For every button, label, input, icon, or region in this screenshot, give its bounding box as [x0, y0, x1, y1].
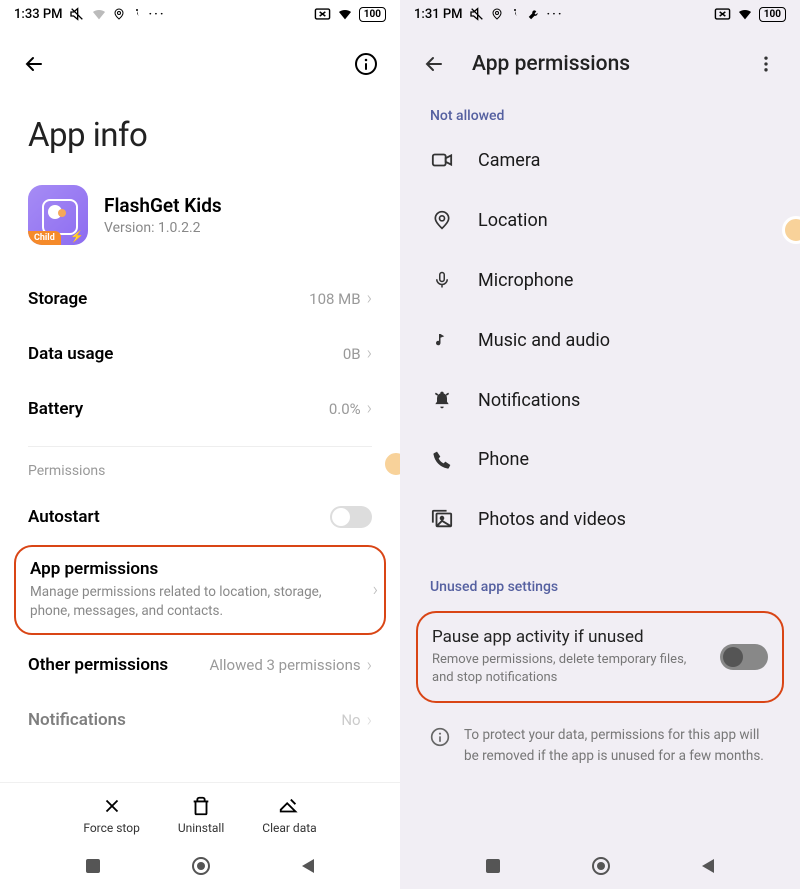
battery-row[interactable]: Battery 0.0%›	[0, 381, 400, 436]
nav-recent-icon[interactable]	[484, 857, 502, 875]
page-title: App info	[0, 94, 400, 185]
autostart-row[interactable]: Autostart	[0, 489, 400, 545]
not-allowed-header: Not allowed	[400, 94, 800, 130]
location-icon	[491, 7, 503, 21]
info-button[interactable]	[348, 46, 384, 82]
battery-label: Battery	[28, 399, 83, 419]
perm-camera-row[interactable]: Camera	[400, 130, 800, 190]
location-icon	[113, 7, 125, 21]
music-icon	[430, 329, 454, 351]
microphone-icon	[430, 269, 454, 291]
perm-microphone-row[interactable]: Microphone	[400, 250, 800, 310]
app-permissions-label: App permissions	[30, 559, 370, 579]
data-usage-row[interactable]: Data usage 0B›	[0, 326, 400, 381]
screenshot-icon	[714, 7, 731, 21]
nav-recent-icon[interactable]	[84, 857, 102, 875]
footer-note: To protect your data, permissions for th…	[400, 717, 800, 778]
app-version: Version: 1.0.2.2	[104, 220, 222, 236]
wrench-icon	[527, 7, 541, 21]
storage-row[interactable]: Storage 108 MB›	[0, 271, 400, 326]
nav-back-icon[interactable]	[300, 857, 316, 875]
app-permissions-row[interactable]: App permissions Manage permissions relat…	[14, 545, 386, 635]
nav-home-icon[interactable]	[591, 856, 611, 876]
bell-icon	[430, 389, 454, 411]
chevron-right-icon: ›	[367, 343, 372, 364]
location-icon	[430, 209, 454, 231]
back-button[interactable]	[416, 46, 452, 82]
app-info-row: Child ⚡ FlashGet Kids Version: 1.0.2.2	[0, 185, 400, 271]
status-time: 1:33 PM	[14, 7, 63, 22]
perm-notifications-row[interactable]: Notifications	[400, 370, 800, 430]
divider	[28, 446, 372, 447]
info-icon	[430, 727, 450, 747]
notifications-row[interactable]: Notifications No›	[0, 693, 400, 735]
battery-indicator: 100	[759, 7, 786, 22]
nav-home-icon[interactable]	[191, 856, 211, 876]
status-bar: 1:31 PM ··· 100	[400, 0, 800, 28]
more-icon: ···	[149, 7, 166, 22]
chevron-right-icon: ›	[373, 579, 378, 600]
running-icon	[509, 7, 521, 21]
pause-toggle[interactable]	[720, 644, 768, 670]
chevron-right-icon: ›	[367, 288, 372, 309]
autostart-label: Autostart	[28, 507, 100, 527]
app-icon: Child ⚡	[28, 185, 88, 245]
chevron-right-icon: ›	[367, 710, 372, 731]
overflow-button[interactable]	[748, 46, 784, 82]
chevron-right-icon: ›	[367, 398, 372, 419]
force-stop-button[interactable]: Force stop	[83, 795, 140, 835]
mute-icon	[69, 6, 85, 22]
running-icon	[131, 7, 143, 21]
status-bar: 1:33 PM ··· 100	[0, 0, 400, 28]
wifi-weak-icon	[91, 7, 107, 21]
action-bar: Force stop Uninstall Clear data	[0, 782, 400, 843]
screenshot-icon	[314, 7, 331, 21]
pause-sub: Remove permissions, delete temporary fil…	[432, 651, 706, 687]
pause-activity-row[interactable]: Pause app activity if unused Remove perm…	[416, 611, 784, 703]
phone-icon	[430, 450, 454, 470]
photos-icon	[430, 508, 454, 530]
battery-indicator: 100	[359, 7, 386, 22]
other-permissions-label: Other permissions	[28, 655, 168, 675]
mute-icon	[469, 6, 485, 22]
chevron-right-icon: ›	[367, 655, 372, 676]
camera-icon	[430, 149, 454, 171]
perm-music-row[interactable]: Music and audio	[400, 310, 800, 370]
notifications-label: Notifications	[28, 710, 126, 730]
pause-title: Pause app activity if unused	[432, 627, 706, 647]
perm-phone-row[interactable]: Phone	[400, 430, 800, 489]
wifi-icon	[737, 7, 753, 21]
perm-location-row[interactable]: Location	[400, 190, 800, 250]
unused-section-header: Unused app settings	[400, 549, 800, 601]
perm-photos-row[interactable]: Photos and videos	[400, 489, 800, 549]
nav-bar	[400, 843, 800, 889]
app-name: FlashGet Kids	[104, 194, 222, 217]
clear-data-button[interactable]: Clear data	[262, 795, 316, 835]
autostart-toggle[interactable]	[330, 506, 372, 528]
header-title: App permissions	[472, 52, 728, 76]
app-permissions-sub: Manage permissions related to location, …	[30, 583, 370, 621]
back-button[interactable]	[16, 46, 52, 82]
data-usage-label: Data usage	[28, 344, 113, 364]
wifi-icon	[337, 7, 353, 21]
storage-label: Storage	[28, 289, 87, 309]
status-time: 1:31 PM	[414, 7, 463, 22]
permissions-section-header: Permissions	[0, 457, 400, 489]
nav-bar	[0, 843, 400, 889]
more-icon: ···	[547, 7, 564, 22]
other-permissions-row[interactable]: Other permissions Allowed 3 permissions›	[0, 635, 400, 693]
nav-back-icon[interactable]	[700, 857, 716, 875]
uninstall-button[interactable]: Uninstall	[178, 795, 224, 835]
